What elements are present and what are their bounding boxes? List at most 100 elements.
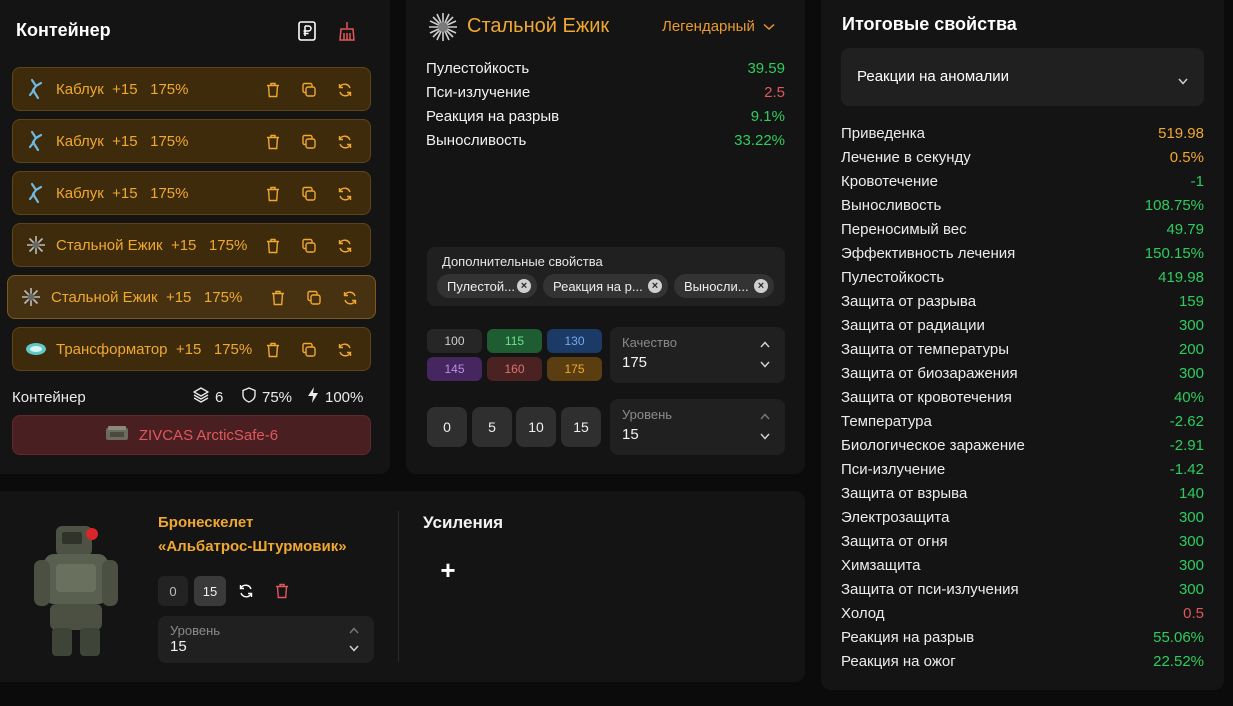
extra-chip[interactable]: Пулестой... × [437,274,537,298]
level-value: 15 [622,426,639,443]
refresh-icon[interactable] [334,235,356,257]
armor-level-stepper[interactable]: Уровень 15 [158,616,374,663]
result-name: Пси-излучение [841,460,946,478]
result-value: 159 [1178,292,1204,310]
trash-icon[interactable] [262,131,284,153]
refresh-icon[interactable] [334,183,356,205]
result-value: 300 [1178,532,1204,550]
chevron-down-icon[interactable] [759,430,771,442]
quality-label: Качество [622,335,677,350]
trash-icon[interactable] [262,235,284,257]
results-filter-select[interactable]: Реакции на аномалии [841,48,1204,106]
container-slot[interactable]: Стальной Ежик +15 175% [12,223,371,267]
copy-icon[interactable] [303,287,325,309]
armor-level-min-button[interactable]: 0 [158,576,188,606]
extra-chip[interactable]: Выносли... × [674,274,774,298]
copy-icon[interactable] [298,79,320,101]
result-name: Защита от биозаражения [841,364,1018,382]
refresh-icon[interactable] [339,287,361,309]
result-row: Защита от температуры 200 [841,338,1204,360]
slot-upgrade: +15 [112,80,138,98]
result-value: 300 [1178,556,1204,574]
close-icon[interactable]: × [648,279,662,293]
quality-button-115[interactable]: 115 [487,329,542,353]
copy-icon[interactable] [298,339,320,361]
copy-icon[interactable] [298,131,320,153]
quality-button-100[interactable]: 100 [427,329,482,353]
result-row: Лечение в секунду 0.5% [841,146,1204,168]
add-boost-button[interactable]: + [437,555,459,586]
level-button-15[interactable]: 15 [561,407,601,447]
container-slot[interactable]: Каблук +15 175% [12,67,371,111]
result-name: Эффективность лечения [841,244,1016,262]
refresh-icon[interactable] [233,576,259,606]
chevron-down-icon[interactable] [348,642,360,654]
result-name: Химзащита [841,556,921,574]
container-slot[interactable]: Каблук +15 175% [12,171,371,215]
artifact-prop-row: Выносливость 33.22% [426,132,785,149]
extra-chip[interactable]: Реакция на р... × [543,274,668,298]
result-row: Защита от огня 300 [841,530,1204,552]
quality-stepper[interactable]: Качество 175 [610,327,785,383]
refresh-icon[interactable] [334,339,356,361]
armor-name-line1: Бронескелет [158,514,254,531]
refresh-icon[interactable] [334,79,356,101]
prop-name: Реакция на разрыв [426,108,560,125]
armor-level-max-button[interactable]: 15 [194,576,226,606]
quality-button-160[interactable]: 160 [487,357,542,381]
ruble-icon[interactable] [296,20,318,42]
trash-icon[interactable] [262,79,284,101]
armor-name-line2: «Альбатрос-Штурмовик» [158,538,347,555]
container-slot[interactable]: Трансформатор +15 175% [12,327,371,371]
result-name: Температура [841,412,932,430]
level-label: Уровень [622,407,673,422]
results-filter-value: Реакции на аномалии [857,68,1010,85]
result-name: Защита от разрыва [841,292,977,310]
rarity-select[interactable]: Легендарный [662,18,775,35]
result-row: Выносливость 108.75% [841,194,1204,216]
quality-button-175[interactable]: 175 [547,357,602,381]
extra-properties-title: Дополнительные свойства [442,254,603,269]
result-value: -1 [1190,172,1204,190]
result-row: Реакция на ожог 22.52% [841,650,1204,672]
copy-icon[interactable] [298,235,320,257]
container-slot-selected[interactable]: Стальной Ежик +15 175% [7,275,376,319]
close-icon[interactable]: × [754,279,768,293]
result-row: Кровотечение -1 [841,170,1204,192]
result-name: Защита от температуры [841,340,1010,358]
result-value: -1.42 [1169,460,1204,478]
steel-hedgehog-icon [20,286,42,308]
trash-icon[interactable] [262,339,284,361]
trash-icon[interactable] [269,576,295,606]
container-item-button[interactable]: ZIVCAS ArcticSafe-6 [12,415,371,455]
trash-icon[interactable] [262,183,284,205]
protection-value: 75% [262,388,293,406]
trash-icon[interactable] [267,287,289,309]
quality-button-130[interactable]: 130 [547,329,602,353]
result-row: Переносимый вес 49.79 [841,218,1204,240]
result-value: 0.5% [1169,148,1204,166]
container-slot[interactable]: Каблук +15 175% [12,119,371,163]
copy-icon[interactable] [298,183,320,205]
level-button-10[interactable]: 10 [516,407,556,447]
close-icon[interactable]: × [517,279,531,293]
level-button-5[interactable]: 5 [472,407,512,447]
chevron-up-icon[interactable] [759,338,771,350]
result-name: Электрозащита [841,508,950,526]
result-row: Электрозащита 300 [841,506,1204,528]
level-button-0[interactable]: 0 [427,407,467,447]
slot-quality: 175% [150,80,189,98]
quality-button-145[interactable]: 145 [427,357,482,381]
artifact-prop-row: Пулестойкость 39.59 [426,60,785,77]
result-name: Защита от радиации [841,316,985,334]
chevron-up-icon[interactable] [348,624,360,636]
chevron-down-icon[interactable] [759,358,771,370]
result-value: 300 [1178,316,1204,334]
slot-upgrade: +15 [170,236,197,254]
level-stepper[interactable]: Уровень 15 [610,399,785,455]
chevron-up-icon[interactable] [759,410,771,422]
slot-upgrade: +15 [165,288,192,306]
refresh-icon[interactable] [334,131,356,153]
broom-icon[interactable] [336,20,358,42]
slot-name: Трансформатор [56,340,168,358]
